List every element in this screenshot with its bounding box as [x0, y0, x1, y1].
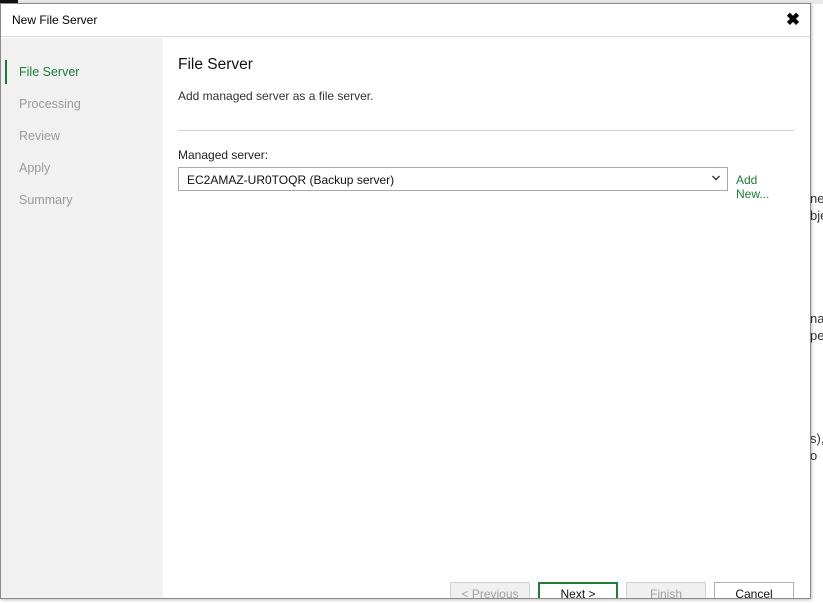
managed-server-value: EC2AMAZ-UR0TOQR (Backup server): [187, 173, 395, 187]
background-text-fragment: bje: [810, 208, 823, 223]
managed-server-label: Managed server:: [178, 148, 269, 162]
new-file-server-dialog: New File Server ✖ File Server Processing…: [0, 3, 811, 599]
chevron-down-icon: [712, 175, 720, 181]
page-title: File Server: [178, 56, 253, 73]
header-divider: [178, 130, 794, 131]
finish-button[interactable]: Finish: [626, 582, 706, 598]
wizard-steps-sidebar: File Server Processing Review Apply Summ…: [1, 38, 163, 598]
managed-server-select[interactable]: EC2AMAZ-UR0TOQR (Backup server): [178, 167, 728, 191]
next-button[interactable]: Next >: [538, 582, 618, 598]
dialog-titlebar[interactable]: New File Server ✖: [1, 4, 810, 37]
page-description: Add managed server as a file server.: [178, 89, 374, 103]
step-summary[interactable]: Summary: [5, 188, 163, 212]
background-text-fragment: na: [810, 311, 823, 326]
dialog-title: New File Server: [12, 13, 98, 27]
step-review[interactable]: Review: [5, 124, 163, 148]
step-apply[interactable]: Apply: [5, 156, 163, 180]
previous-button[interactable]: < Previous: [450, 582, 530, 598]
step-processing[interactable]: Processing: [5, 92, 163, 116]
background-text-fragment: s),: [810, 431, 823, 446]
background-text-fragment: o: [810, 448, 818, 463]
background-text-fragment: pe: [810, 328, 823, 343]
background-text-fragment: ne: [810, 191, 823, 206]
cancel-button[interactable]: Cancel: [714, 582, 794, 598]
step-file-server[interactable]: File Server: [5, 60, 163, 84]
close-icon[interactable]: ✖: [782, 9, 804, 31]
add-new-link[interactable]: Add New...: [736, 173, 794, 201]
